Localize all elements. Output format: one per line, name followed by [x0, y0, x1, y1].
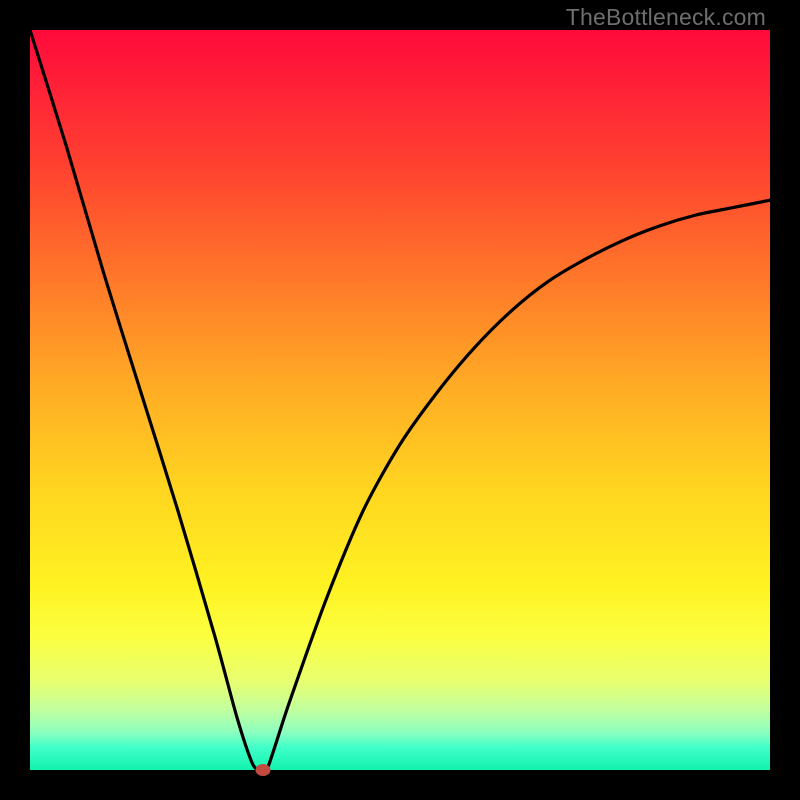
bottleneck-curve — [30, 30, 770, 774]
minimum-marker — [256, 764, 271, 776]
chart-container: TheBottleneck.com — [0, 0, 800, 800]
plot-area — [30, 30, 770, 770]
curve-svg — [30, 30, 770, 770]
watermark-text: TheBottleneck.com — [566, 4, 766, 31]
